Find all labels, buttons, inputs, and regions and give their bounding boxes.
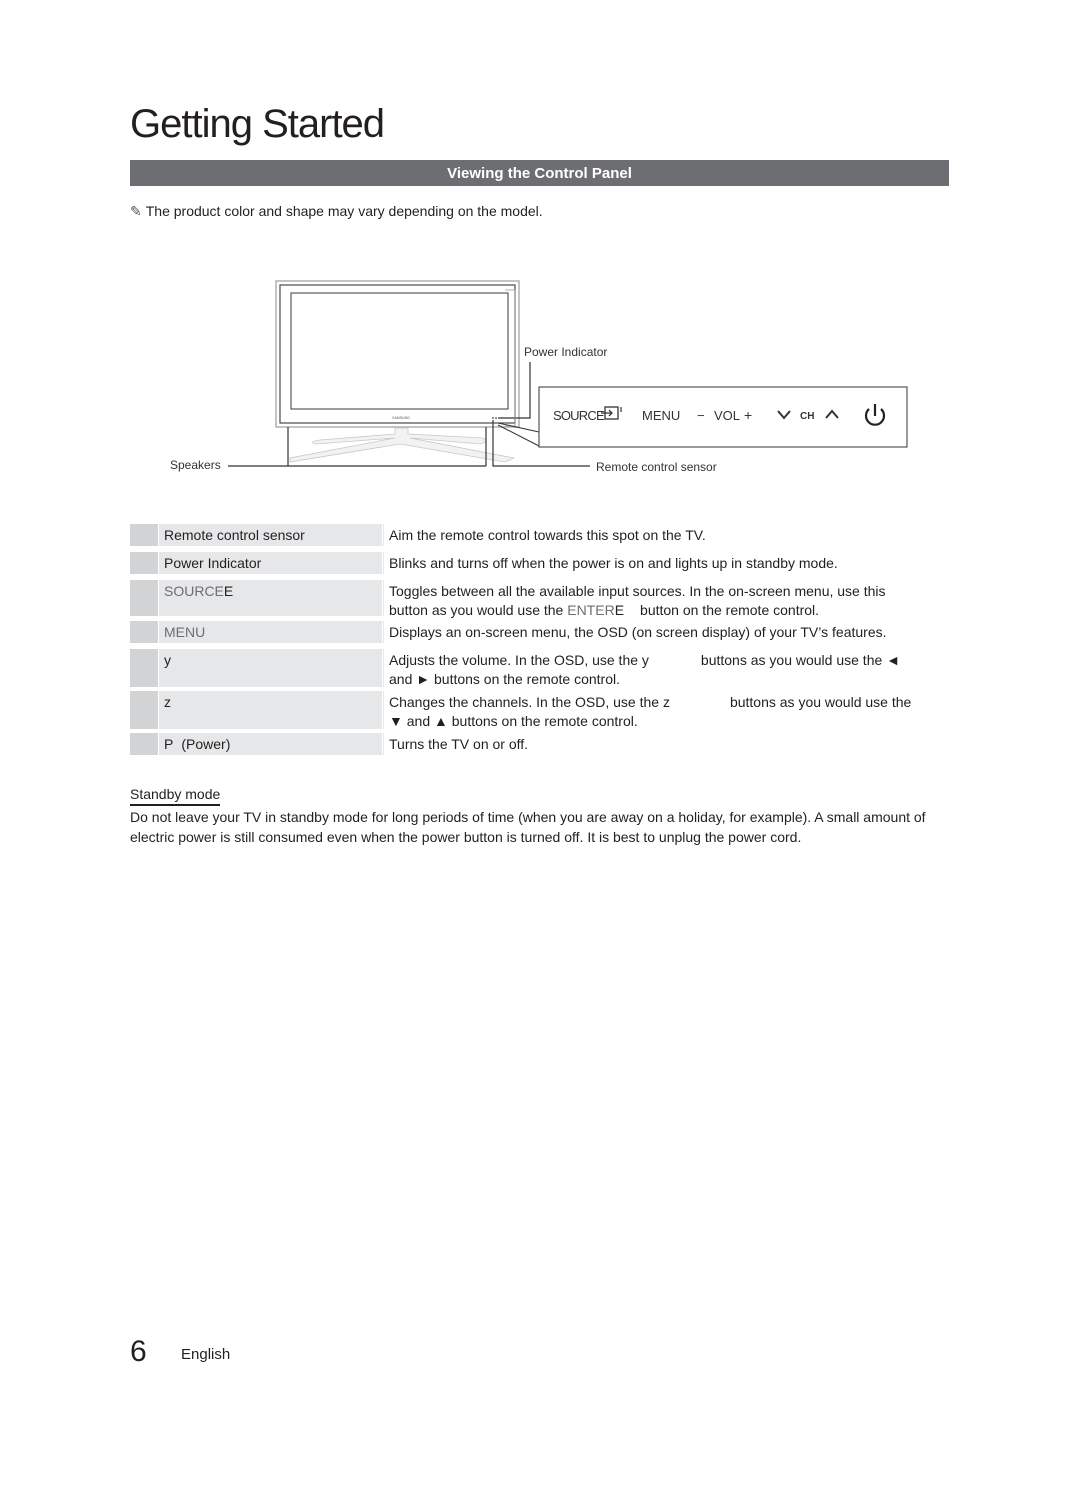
row-name-cell: Power Indicator [159, 552, 382, 574]
table-row: P (Power) Turns the TV on or off. [130, 733, 949, 755]
row-name-cell: z [159, 691, 382, 729]
desc-text: button on the remote control. [640, 602, 820, 618]
power-indicator-label: Power Indicator [524, 345, 607, 359]
row-name-cell: Remote control sensor [159, 524, 382, 546]
desc-line: Adjusts the volume. In the OSD, use the … [389, 651, 949, 670]
desc-line: button as you would use the ENTERE button… [389, 601, 949, 620]
standby-body: Do not leave your TV in standby mode for… [130, 809, 926, 845]
page-number: 6 [130, 1335, 147, 1368]
row-index-cell [130, 580, 158, 616]
power-symbol: P [164, 736, 174, 752]
ch-symbol: z [662, 694, 670, 710]
menu-button[interactable]: MENU [642, 408, 680, 423]
desc-text: button as you would use the [389, 602, 568, 618]
row-index-cell [130, 552, 158, 574]
row-index-cell [130, 649, 158, 687]
desc-line: ▼ and ▲ buttons on the remote control. [389, 713, 638, 729]
enter-symbol: E [614, 602, 625, 618]
desc-line: and ► buttons on the remote control. [389, 671, 620, 687]
desc-text: buttons as you would use the ◄ [700, 652, 901, 668]
ch-label: CH [800, 411, 814, 422]
row-desc-cell: Aim the remote control towards this spot… [383, 524, 949, 546]
tv-stand [289, 427, 516, 463]
row-desc-cell: Adjusts the volume. In the OSD, use the … [383, 649, 949, 687]
source-button[interactable]: SOURCE [553, 408, 606, 423]
page-language: English [181, 1346, 231, 1363]
row-desc-cell: Displays an on-screen menu, the OSD (on … [383, 621, 949, 643]
table-row: y Adjusts the volume. In the OSD, use th… [130, 649, 949, 687]
row-name-cell: P (Power) [159, 733, 382, 755]
row-name-cell: y [159, 649, 382, 687]
vol-minus-button[interactable]: − [697, 408, 705, 423]
source-keyword: SOURCE [164, 583, 224, 599]
row-index-cell [130, 733, 158, 755]
row-desc-cell: Turns the TV on or off. [383, 733, 949, 755]
desc-line: Toggles between all the available input … [389, 583, 886, 599]
table-row: z Changes the channels. In the OSD, use … [130, 691, 949, 729]
tv-brand-logo: SAMSUNG [392, 416, 410, 420]
row-desc-cell: Changes the channels. In the OSD, use th… [383, 691, 949, 729]
row-name-cell: MENU [159, 621, 382, 643]
table-row: Power Indicator Blinks and turns off whe… [130, 552, 949, 574]
vol-plus-button[interactable]: + [744, 407, 752, 423]
desc-text: Adjusts the volume. In the OSD, use the [389, 652, 642, 668]
tv-illustration: SAMSUNG [228, 280, 520, 467]
row-desc-cell: Blinks and turns off when the power is o… [383, 552, 949, 574]
table-row: MENU Displays an on-screen menu, the OSD… [130, 621, 949, 643]
source-symbol: E [223, 583, 234, 599]
enter-keyword: ENTER [567, 602, 615, 618]
row-name-cell: SOURCEE [159, 580, 382, 616]
tv-control-panel-diagram: SAMSUNG Power Indicator Remote control s… [170, 280, 908, 474]
row-index-cell [130, 621, 158, 643]
table-row: Remote control sensor Aim the remote con… [130, 524, 949, 546]
desc-line: Changes the channels. In the OSD, use th… [389, 693, 949, 712]
desc-text: buttons as you would use the [729, 694, 912, 710]
standby-heading: Standby mode [130, 785, 221, 806]
speakers-label: Speakers [170, 458, 221, 472]
remote-sensor-label: Remote control sensor [596, 460, 717, 474]
desc-text: Changes the channels. In the OSD, use th… [389, 694, 663, 710]
tv-screen [290, 292, 509, 410]
row-desc-cell: Toggles between all the available input … [383, 580, 949, 618]
control-panel-callout: SOURCE MENU − VOL + CH [538, 386, 908, 448]
row-index-cell [130, 524, 158, 546]
table-row: SOURCEE Toggles between all the availabl… [130, 580, 949, 618]
row-index-cell [130, 691, 158, 729]
vol-label: VOL [714, 408, 740, 423]
power-label: (Power) [181, 736, 231, 752]
vol-symbol: y [641, 652, 649, 668]
